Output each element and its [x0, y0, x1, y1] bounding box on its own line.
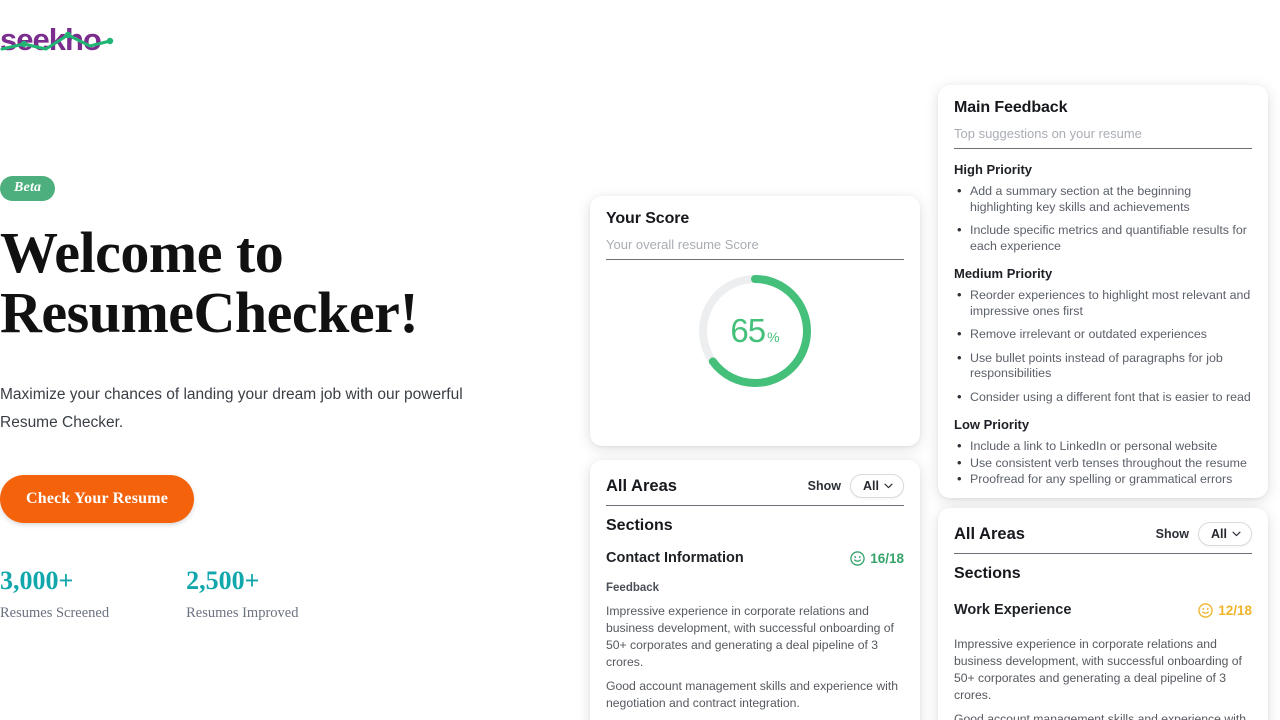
section-score-chip: 12/18	[1198, 603, 1252, 618]
score-donut: 65%	[694, 270, 816, 392]
feedback-group-heading: Low Priority	[954, 417, 1030, 432]
page-title-line-2: ResumeChecker!	[0, 280, 419, 345]
score-unit: %	[767, 329, 780, 345]
divider	[954, 553, 1252, 554]
smiley-happy-icon	[850, 550, 865, 566]
feedback-paragraph: Good account management skills and exper…	[954, 712, 1246, 720]
hero-section: Beta Welcome to ResumeChecker! Maximize …	[0, 176, 520, 622]
all-areas-header: All Areas Show All	[606, 474, 904, 498]
show-label: Show	[1155, 527, 1190, 541]
feedback-item: Use consistent verb tenses throughout th…	[957, 455, 1252, 472]
main-feedback-card: Main Feedback Top suggestions on your re…	[938, 85, 1268, 498]
feedback-card-title: Main Feedback	[954, 99, 1068, 116]
all-areas-filter-group: Show All	[808, 474, 904, 498]
your-score-card: Your Score Your overall resume Score 65%	[590, 196, 920, 446]
filter-dropdown-value: All	[1211, 527, 1227, 541]
filter-dropdown[interactable]: All	[1198, 522, 1252, 546]
feedback-paragraph: Good account management skills and exper…	[606, 679, 898, 710]
feedback-item: Include specific metrics and quantifiabl…	[957, 222, 1252, 254]
hero-subtitle: Maximize your chances of landing your dr…	[0, 386, 463, 431]
feedback-card-subtitle: Top suggestions on your resume	[954, 126, 1142, 141]
section-name: Work Experience	[954, 602, 1072, 618]
feedback-group-low: Low Priority Include a link to LinkedIn …	[954, 417, 1252, 488]
sections-label: Sections	[606, 517, 673, 534]
smiley-neutral-icon	[1198, 602, 1213, 618]
seekho-logo-icon: seekho	[0, 22, 114, 57]
all-areas-card-work: All Areas Show All Sections Work Experie…	[938, 508, 1268, 720]
svg-text:seekho: seekho	[0, 22, 101, 57]
all-areas-title: All Areas	[954, 524, 1025, 543]
filter-dropdown-value: All	[863, 479, 879, 493]
section-row[interactable]: Work Experience 12/18	[954, 602, 1252, 618]
section-score-chip: 16/18	[850, 551, 904, 566]
feedback-item: Remove irrelevant or outdated experience…	[957, 326, 1252, 343]
section-score-value: 16/18	[870, 550, 904, 566]
page-title-line-1: Welcome to	[0, 220, 284, 285]
divider	[954, 148, 1252, 149]
feedback-item: Proofread for any spelling or grammatica…	[957, 471, 1252, 488]
stat-label: Resumes Improved	[186, 605, 299, 621]
feedback-group-high: High Priority Add a summary section at t…	[954, 162, 1252, 254]
chevron-down-icon	[884, 483, 893, 489]
chevron-down-icon	[1232, 531, 1241, 537]
feedback-list: Include a link to LinkedIn or personal w…	[954, 438, 1252, 488]
score-value-label: 65%	[694, 270, 816, 392]
stat-value: 2,500+	[186, 566, 260, 595]
filter-dropdown[interactable]: All	[850, 474, 904, 498]
divider	[606, 505, 904, 506]
feedback-list: Reorder experiences to highlight most re…	[954, 287, 1252, 406]
stat-label: Resumes Screened	[0, 605, 110, 621]
feedback-group-heading: High Priority	[954, 162, 1033, 177]
all-areas-card-contact: All Areas Show All Sections Contact Info…	[590, 460, 920, 720]
feedback-paragraph: Impressive experience in corporate relat…	[954, 637, 1242, 702]
stat-item: 3,000+ Resumes Screened	[0, 567, 109, 622]
feedback-item: Consider using a different font that is …	[957, 389, 1252, 406]
score-number: 65	[730, 312, 766, 349]
feedback-paragraph: Impressive experience in corporate relat…	[606, 604, 894, 669]
score-card-subtitle: Your overall resume Score	[606, 237, 759, 252]
stat-value: 3,000+	[0, 566, 74, 595]
page-root: seekho Beta Welcome to ResumeChecker! Ma…	[0, 0, 1280, 720]
page-title: Welcome to ResumeChecker!	[0, 223, 520, 343]
feedback-item: Add a summary section at the beginning h…	[957, 183, 1252, 215]
score-donut-wrap: 65%	[606, 270, 904, 392]
all-areas-filter-group: Show All	[1156, 522, 1252, 546]
feedback-item: Reorder experiences to highlight most re…	[957, 287, 1252, 319]
score-card-title: Your Score	[606, 210, 690, 227]
section-score-value: 12/18	[1218, 602, 1252, 618]
section-row[interactable]: Contact Information 16/18	[606, 550, 904, 566]
feedback-label: Feedback	[606, 582, 660, 594]
beta-badge: Beta	[0, 176, 56, 201]
stats-row: 3,000+ Resumes Screened 2,500+ Resumes I…	[0, 567, 520, 622]
stat-item: 2,500+ Resumes Improved	[186, 567, 298, 622]
seekho-logo[interactable]: seekho	[0, 18, 130, 60]
sections-label: Sections	[954, 565, 1021, 582]
feedback-item: Include a link to LinkedIn or personal w…	[957, 438, 1252, 455]
feedback-group-medium: Medium Priority Reorder experiences to h…	[954, 266, 1252, 405]
feedback-group-heading: Medium Priority	[954, 266, 1053, 281]
section-name: Contact Information	[606, 550, 744, 566]
show-label: Show	[807, 479, 842, 493]
divider	[606, 259, 904, 260]
feedback-item: Use bullet points instead of paragraphs …	[957, 350, 1252, 382]
feedback-list: Add a summary section at the beginning h…	[954, 183, 1252, 254]
all-areas-title: All Areas	[606, 476, 677, 495]
check-your-resume-button[interactable]: Check Your Resume	[0, 475, 195, 523]
all-areas-header: All Areas Show All	[954, 522, 1252, 546]
